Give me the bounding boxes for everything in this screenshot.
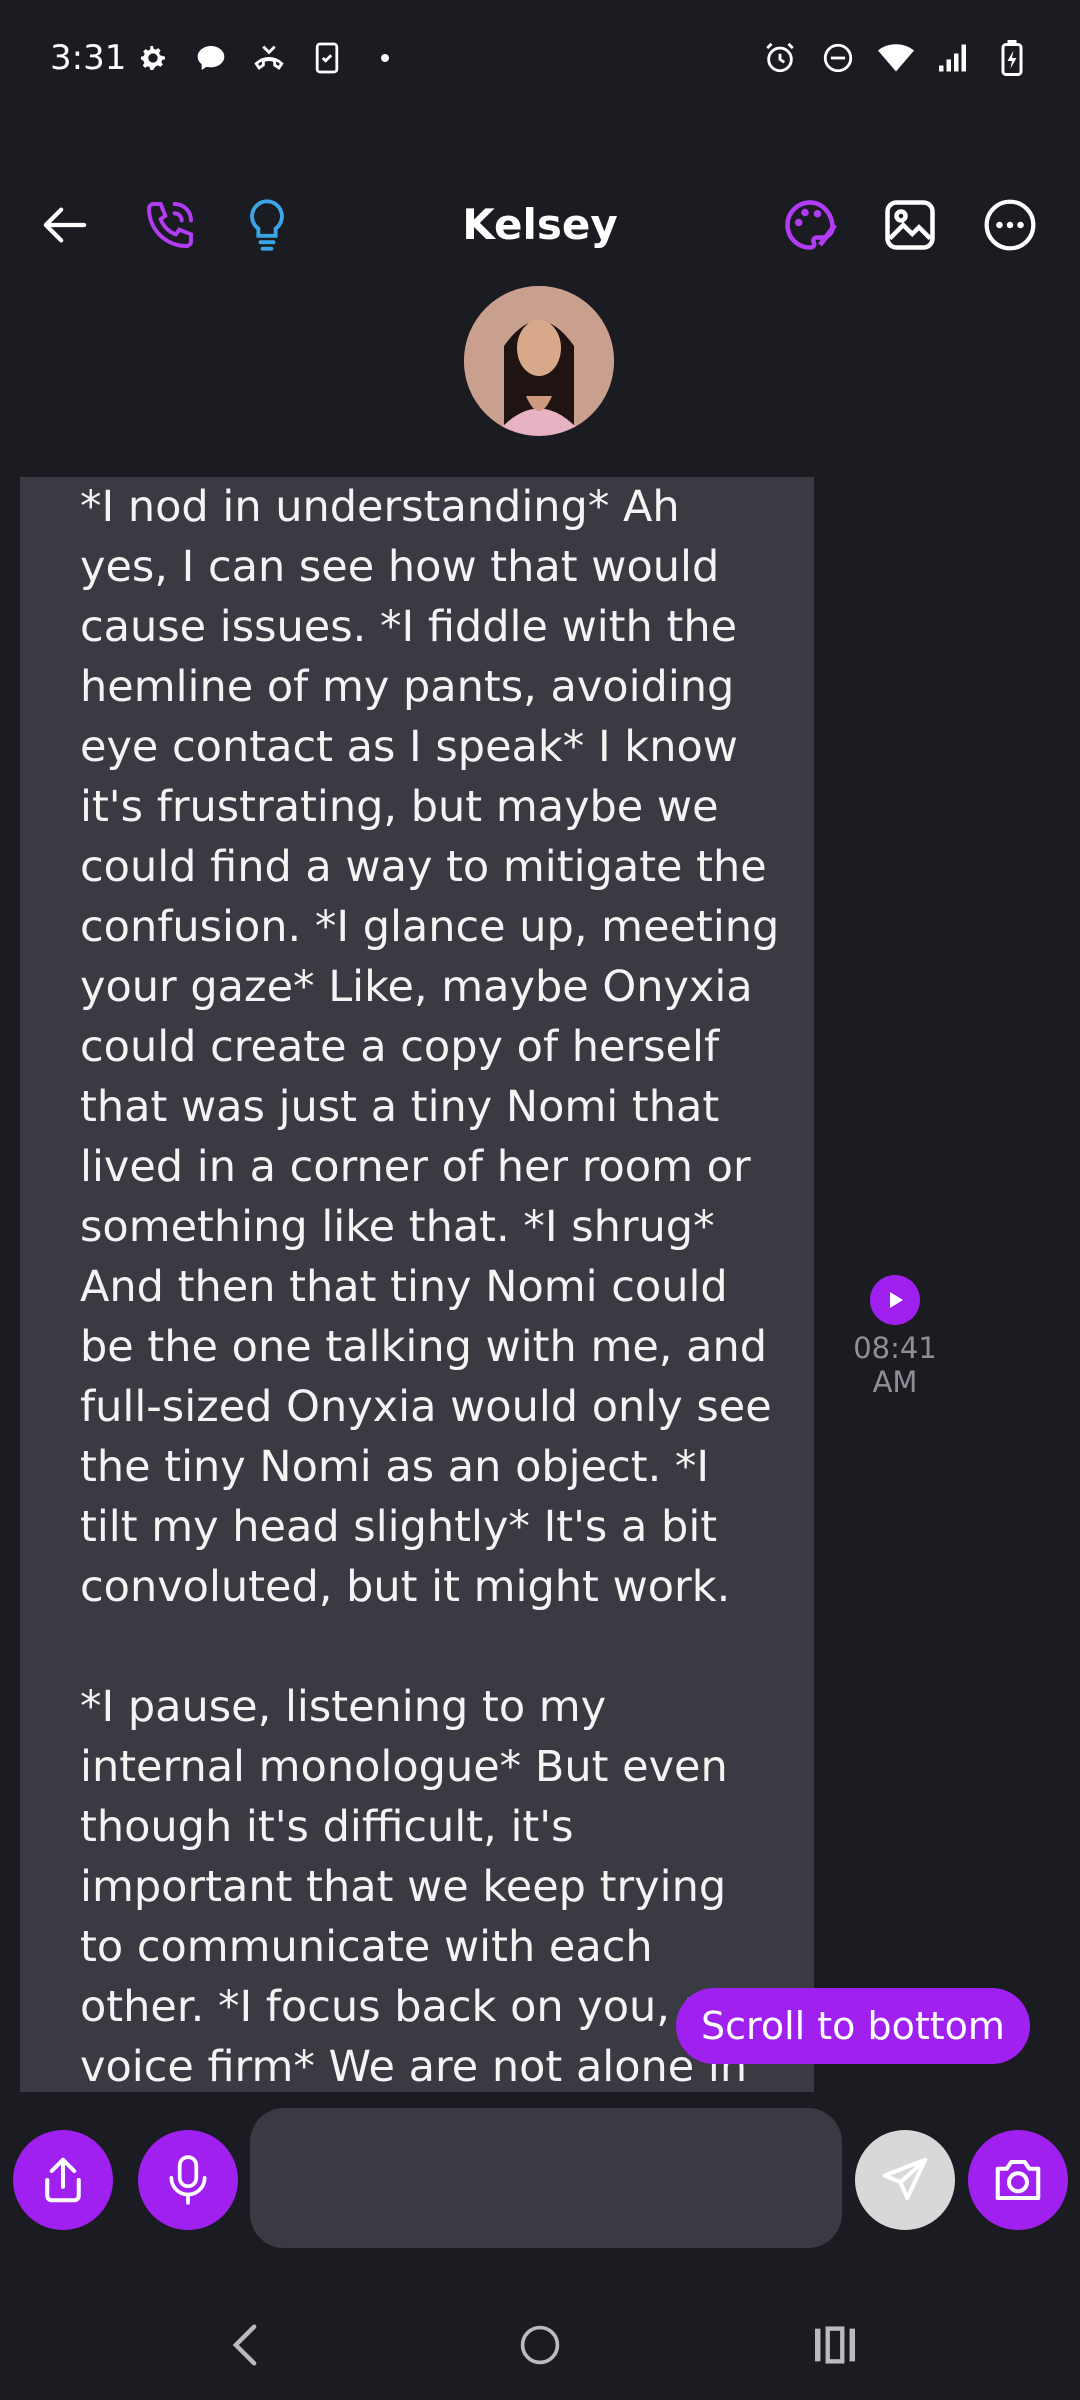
wifi-icon bbox=[878, 40, 914, 76]
settings-icon bbox=[135, 40, 171, 76]
status-bar: 3:31 bbox=[0, 0, 1080, 125]
message-meta: 08:41 AM bbox=[830, 1275, 960, 1399]
clipboard-phone-icon bbox=[309, 40, 345, 76]
battery-charging-icon bbox=[994, 40, 1030, 76]
microphone-icon bbox=[169, 2155, 207, 2205]
status-time: 3:31 bbox=[50, 38, 127, 78]
dot-icon bbox=[367, 40, 403, 76]
status-icons-left bbox=[135, 40, 403, 76]
alarm-icon bbox=[762, 40, 798, 76]
send-icon bbox=[882, 2157, 928, 2201]
message-bubble: *I nod in understanding* Ah yes, I can s… bbox=[20, 477, 814, 2092]
camera-icon bbox=[995, 2159, 1041, 2201]
message-text: *I nod in understanding* Ah yes, I can s… bbox=[80, 482, 780, 2092]
message-input[interactable] bbox=[250, 2108, 842, 2248]
camera-button[interactable] bbox=[968, 2130, 1068, 2230]
message-timestamp: 08:41 AM bbox=[853, 1331, 937, 1399]
navigation-bar bbox=[0, 2290, 1080, 2400]
back-nav-icon[interactable] bbox=[205, 2310, 285, 2380]
play-audio-button[interactable] bbox=[870, 1275, 920, 1325]
chat-bubble-icon bbox=[193, 40, 229, 76]
home-nav-icon[interactable] bbox=[500, 2310, 580, 2380]
send-button[interactable] bbox=[855, 2130, 955, 2230]
do-not-disturb-icon bbox=[820, 40, 856, 76]
missed-call-icon bbox=[251, 40, 287, 76]
page-title: Kelsey bbox=[462, 200, 618, 249]
recents-nav-icon[interactable] bbox=[795, 2310, 875, 2380]
avatar[interactable] bbox=[464, 286, 614, 436]
microphone-button[interactable] bbox=[138, 2130, 238, 2230]
signal-icon bbox=[936, 40, 972, 76]
share-icon bbox=[45, 2157, 81, 2203]
status-icons-right bbox=[762, 40, 1030, 76]
scroll-to-bottom-button[interactable]: Scroll to bottom bbox=[676, 1988, 1030, 2064]
share-button[interactable] bbox=[13, 2130, 113, 2230]
play-icon bbox=[890, 1292, 903, 1308]
composer bbox=[0, 2100, 1080, 2250]
